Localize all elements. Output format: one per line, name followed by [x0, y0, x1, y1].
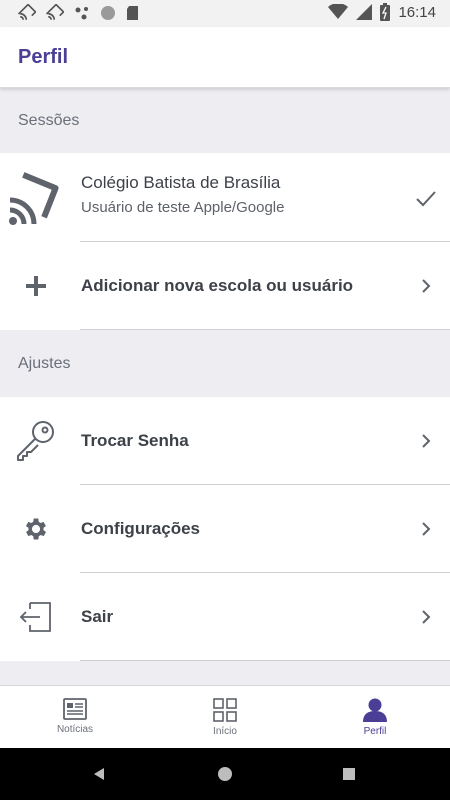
- chevron-right-icon: [414, 274, 438, 298]
- wifi-icon: [328, 4, 349, 19]
- change-password-row[interactable]: Trocar Senha: [0, 397, 450, 485]
- configurations-label: Configurações: [81, 519, 201, 538]
- nav-profile[interactable]: Perfil: [300, 686, 450, 748]
- add-school-user-label: Adicionar nova escola ou usuário: [81, 276, 354, 295]
- battery-icon: [380, 3, 391, 21]
- app-header: Perfil: [0, 27, 450, 88]
- session-school-row[interactable]: Colégio Batista de Brasília Usuário de t…: [0, 153, 450, 242]
- plus-icon: [8, 258, 64, 314]
- nav-news-label: Notícias: [56, 724, 94, 735]
- section-header-sessions: Sessões: [0, 88, 450, 153]
- recents-icon[interactable]: [342, 767, 356, 781]
- chevron-right-icon: [414, 605, 438, 629]
- session-user-name: Usuário de teste Apple/Google: [81, 199, 285, 216]
- school-name: Colégio Batista de Brasília: [81, 173, 281, 192]
- home-icon[interactable]: [217, 766, 233, 782]
- logout-label: Sair: [81, 607, 114, 626]
- chevron-right-icon: [414, 429, 438, 453]
- school-cast-icon: [8, 170, 64, 226]
- section-header-settings: Ajustes: [0, 330, 450, 397]
- check-icon: [414, 186, 438, 210]
- nav-home[interactable]: Início: [150, 686, 300, 748]
- key-icon: [8, 413, 64, 469]
- bottom-nav: Notícias Início Perfil: [0, 685, 450, 748]
- logout-icon: [8, 589, 64, 645]
- logout-row[interactable]: Sair: [0, 573, 450, 661]
- back-icon[interactable]: [92, 767, 106, 781]
- nav-news[interactable]: Notícias: [0, 686, 150, 748]
- configurations-row[interactable]: Configurações: [0, 485, 450, 573]
- page-title: Perfil: [18, 46, 69, 68]
- dots-icon: [75, 7, 88, 20]
- signal-icon: [356, 4, 373, 20]
- change-password-label: Trocar Senha: [81, 431, 189, 450]
- newspaper-icon: [63, 698, 87, 720]
- android-navigation-bar: [0, 748, 450, 800]
- cast-icon: [18, 4, 36, 20]
- circle-icon: [101, 6, 115, 20]
- gear-icon: [8, 501, 64, 557]
- profile-content: Sessões Colégio Batista de Brasília Usuá…: [0, 88, 450, 685]
- cast-icon: [46, 4, 64, 20]
- person-icon: [363, 698, 387, 722]
- nav-home-label: Início: [213, 726, 237, 737]
- status-time: 16:14: [398, 3, 436, 21]
- nav-profile-label: Perfil: [363, 726, 387, 737]
- chevron-right-icon: [414, 517, 438, 541]
- sd-card-icon: [127, 6, 138, 20]
- grid-icon: [213, 698, 237, 722]
- status-bar: 16:14: [0, 0, 450, 27]
- add-school-user-row[interactable]: Adicionar nova escola ou usuário: [0, 242, 450, 330]
